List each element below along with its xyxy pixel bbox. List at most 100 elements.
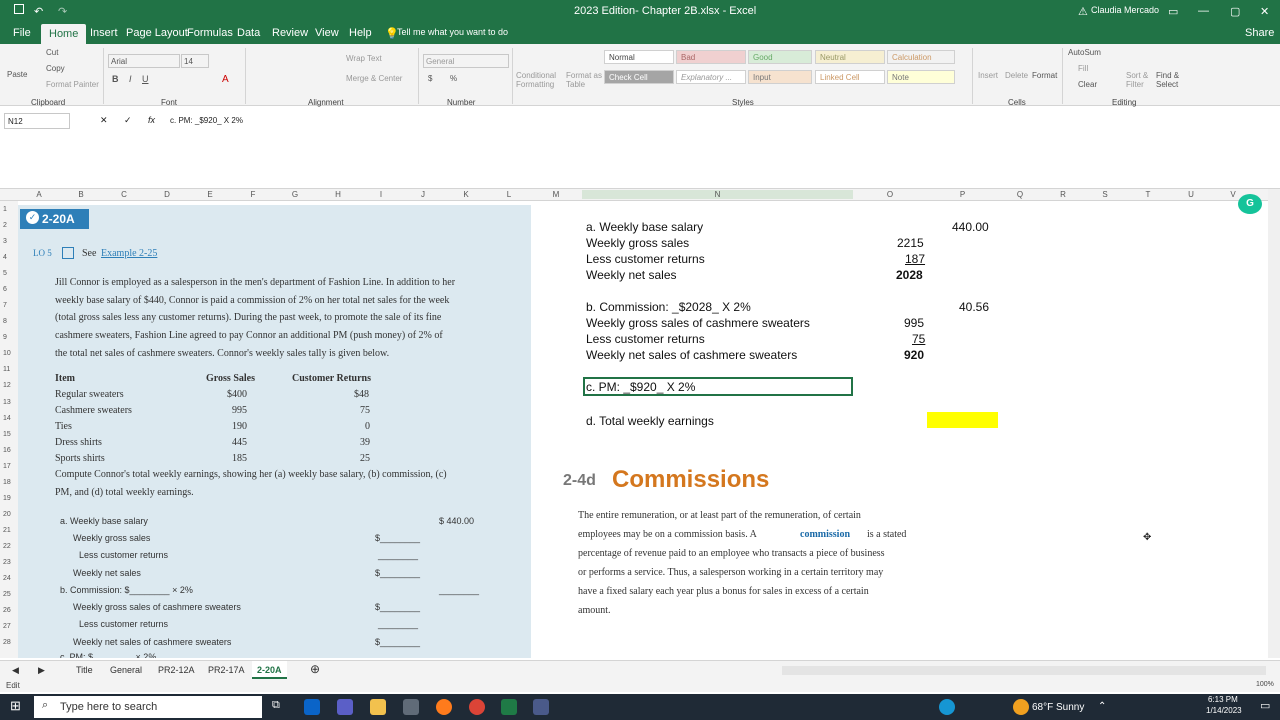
undo-icon[interactable]: ↶ (34, 5, 43, 18)
style-linked-cell[interactable]: Linked Cell (815, 70, 885, 84)
cell-n8[interactable]: Weekly gross sales of cashmere sweaters (586, 316, 810, 330)
row-16[interactable]: 16 (3, 447, 11, 454)
delete-cells-button[interactable]: Delete (1005, 71, 1028, 80)
col-d[interactable]: D (146, 190, 188, 199)
col-u[interactable]: U (1170, 190, 1212, 199)
commissions-text-image[interactable]: 2-4d Commissions The entire remuneration… (555, 462, 975, 632)
col-g[interactable]: G (274, 190, 316, 199)
autosum-button[interactable]: AutoSum (1068, 48, 1101, 57)
cell-o8[interactable]: 995 (904, 316, 924, 330)
style-calculation[interactable]: Calculation (887, 50, 955, 64)
row-14[interactable]: 14 (3, 415, 11, 422)
sheet-tab-pr2-12a[interactable]: PR2-12A (158, 665, 195, 675)
notifications-icon[interactable]: ▭ (1260, 699, 1270, 712)
percent-icon[interactable]: % (450, 74, 457, 83)
close-button[interactable]: ✕ (1260, 5, 1269, 18)
col-m[interactable]: M (530, 190, 582, 199)
row-5[interactable]: 5 (3, 270, 7, 277)
style-input[interactable]: Input (748, 70, 812, 84)
grammarly-icon[interactable]: G (1238, 194, 1262, 214)
row-26[interactable]: 26 (3, 607, 11, 614)
format-painter-button[interactable]: Format Painter (46, 80, 99, 89)
font-color-icon[interactable]: A (222, 74, 229, 85)
sheet-nav-prev[interactable]: ◀ (12, 665, 19, 676)
row-1[interactable]: 1 (3, 206, 7, 213)
style-explanatory[interactable]: Explanatory ... (676, 70, 746, 84)
textbook-problem-image[interactable]: 2-20A ✓ LO 5 See Example 2-25 Jill Conno… (18, 205, 531, 658)
row-28[interactable]: 28 (3, 639, 11, 646)
row-17[interactable]: 17 (3, 463, 11, 470)
col-f[interactable]: F (232, 190, 274, 199)
paste-button[interactable]: Paste (7, 70, 27, 79)
cut-button[interactable]: Cut (46, 48, 58, 57)
help-icon[interactable] (939, 699, 955, 715)
insert-function-icon[interactable]: fx (148, 115, 155, 125)
copy-button[interactable]: Copy (46, 64, 65, 73)
teams-icon[interactable] (337, 699, 353, 715)
recorder-icon[interactable] (533, 699, 549, 715)
firefox-icon[interactable] (436, 699, 452, 715)
vertical-scrollbar[interactable] (1268, 189, 1280, 658)
cell-n9[interactable]: Less customer returns (586, 332, 705, 346)
redo-icon[interactable]: ↷ (58, 5, 67, 18)
clock-date[interactable]: 1/14/2023 (1206, 706, 1242, 715)
col-e[interactable]: E (188, 190, 232, 199)
col-i[interactable]: I (360, 190, 402, 199)
row-8[interactable]: 8 (3, 318, 7, 325)
tab-help[interactable]: Help (349, 27, 372, 39)
italic-button[interactable]: I (129, 74, 132, 84)
cell-o5[interactable]: 2028 (896, 268, 923, 282)
format-as-table-button[interactable]: Format as Table (566, 71, 602, 89)
cell-n7[interactable]: b. Commission: _$2028_ X 2% (586, 300, 751, 314)
col-k[interactable]: K (444, 190, 488, 199)
col-s[interactable]: S (1084, 190, 1126, 199)
row-7[interactable]: 7 (3, 302, 7, 309)
row-19[interactable]: 19 (3, 495, 11, 502)
tell-me-search[interactable]: Tell me what you want to do (397, 27, 508, 37)
row-12[interactable]: 12 (3, 382, 11, 389)
style-neutral[interactable]: Neutral (815, 50, 885, 64)
wrap-text-button[interactable]: Wrap Text (346, 54, 382, 63)
find-select-button[interactable]: Find & Select (1156, 71, 1186, 89)
sort-filter-button[interactable]: Sort & Filter (1126, 71, 1152, 89)
row-20[interactable]: 20 (3, 511, 11, 518)
row-2[interactable]: 2 (3, 222, 7, 229)
clock-time[interactable]: 6:13 PM (1208, 695, 1238, 704)
tab-formulas[interactable]: Formulas (187, 27, 233, 39)
number-format-box[interactable]: General (423, 54, 509, 68)
add-sheet-button[interactable]: ⊕ (310, 662, 320, 676)
tray-chevron-icon[interactable]: ⌃ (1098, 701, 1106, 712)
cell-o4[interactable]: 187 (905, 252, 925, 266)
horizontal-scrollbar[interactable] (782, 666, 1266, 675)
clear-button[interactable]: Clear (1078, 80, 1097, 89)
confirm-entry-icon[interactable]: ✓ (124, 115, 132, 126)
col-c[interactable]: C (102, 190, 146, 199)
cell-n5[interactable]: Weekly net sales (586, 268, 677, 282)
tab-view[interactable]: View (315, 27, 339, 39)
cell-n14[interactable]: d. Total weekly earnings (586, 414, 714, 428)
tab-file[interactable]: File (13, 27, 31, 39)
ribbon-display-icon[interactable]: ▭ (1168, 5, 1178, 18)
style-good[interactable]: Good (748, 50, 812, 64)
cell-p7[interactable]: 40.56 (959, 300, 989, 314)
col-l[interactable]: L (488, 190, 530, 199)
maximize-button[interactable]: ▢ (1230, 5, 1240, 18)
col-p[interactable]: P (927, 190, 998, 199)
style-bad[interactable]: Bad (676, 50, 746, 64)
col-o[interactable]: O (853, 190, 927, 199)
weather-text[interactable]: 68°F Sunny (1032, 702, 1084, 713)
row-23[interactable]: 23 (3, 559, 11, 566)
col-j[interactable]: J (402, 190, 444, 199)
tab-review[interactable]: Review (272, 27, 308, 39)
save-icon[interactable] (14, 4, 24, 14)
cell-p2[interactable]: 440.00 (952, 220, 989, 234)
row-24[interactable]: 24 (3, 575, 11, 582)
col-n[interactable]: N (582, 190, 853, 199)
conditional-formatting-button[interactable]: Conditional Formatting (516, 71, 566, 89)
fill-button[interactable]: Fill (1078, 64, 1088, 73)
sheet-tab-2-20a[interactable]: 2-20A (252, 661, 287, 679)
row-22[interactable]: 22 (3, 543, 11, 550)
merge-center-button[interactable]: Merge & Center (346, 74, 402, 83)
font-name-box[interactable]: Arial (108, 54, 180, 68)
font-size-box[interactable]: 14 (181, 54, 209, 68)
